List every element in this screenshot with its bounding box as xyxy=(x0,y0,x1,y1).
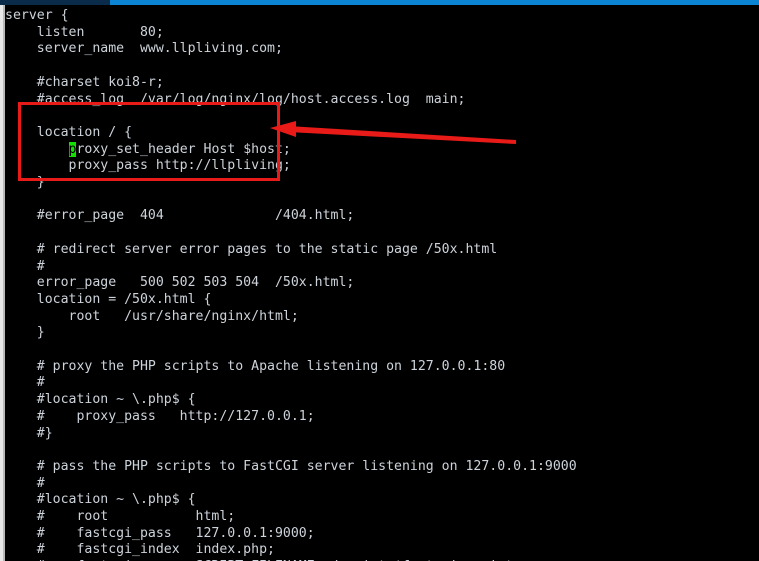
code-line: error_page 500 502 503 504 /50x.html; xyxy=(5,275,354,292)
code-line: location / { xyxy=(5,125,132,142)
code-line: root /usr/share/nginx/html; xyxy=(5,309,299,326)
code-line: server_name www.llpliving.com; xyxy=(5,41,283,58)
window-title-bar-segment xyxy=(0,0,110,5)
code-line: # xyxy=(5,259,45,276)
code-line: # proxy the PHP scripts to Apache listen… xyxy=(5,359,505,376)
code-line: location = /50x.html { xyxy=(5,292,211,309)
window-left-edge-inner xyxy=(3,0,5,561)
code-line: # fastcgi_pass 127.0.0.1:9000; xyxy=(5,526,315,543)
code-line: # pass the PHP scripts to FastCGI server… xyxy=(5,459,577,476)
code-line-prefix xyxy=(5,142,69,157)
code-line: #location ~ \.php$ { xyxy=(5,492,196,509)
code-line: # redirect server error pages to the sta… xyxy=(5,242,497,259)
code-line: # fastcgi_index index.php; xyxy=(5,542,275,559)
code-line: # xyxy=(5,476,45,493)
code-line: listen 80; xyxy=(5,25,164,42)
code-line: } xyxy=(5,175,45,192)
terminal-window: server { listen 80; server_name www.llpl… xyxy=(0,0,759,561)
terminal-text-area[interactable]: server { listen 80; server_name www.llpl… xyxy=(5,5,759,561)
code-line: #charset koi8-r; xyxy=(5,75,164,92)
code-line: } xyxy=(5,325,45,342)
code-line: proxy_set_header Host $host; xyxy=(5,142,291,159)
window-left-edge xyxy=(0,0,5,561)
code-line: # proxy_pass http://127.0.0.1; xyxy=(5,409,315,426)
code-line: #error_page 404 /404.html; xyxy=(5,208,354,225)
window-title-bar xyxy=(0,0,759,5)
code-line: # root html; xyxy=(5,509,235,526)
code-line-suffix: roxy_set_header Host $host; xyxy=(76,142,290,157)
code-line: #access_log /var/log/nginx/log/host.acce… xyxy=(5,92,466,109)
code-line: #} xyxy=(5,426,53,443)
code-line: #location ~ \.php$ { xyxy=(5,392,196,409)
code-line: # xyxy=(5,375,45,392)
code-line: proxy_pass http://llpliving; xyxy=(5,158,291,175)
code-line: server { xyxy=(5,8,69,25)
